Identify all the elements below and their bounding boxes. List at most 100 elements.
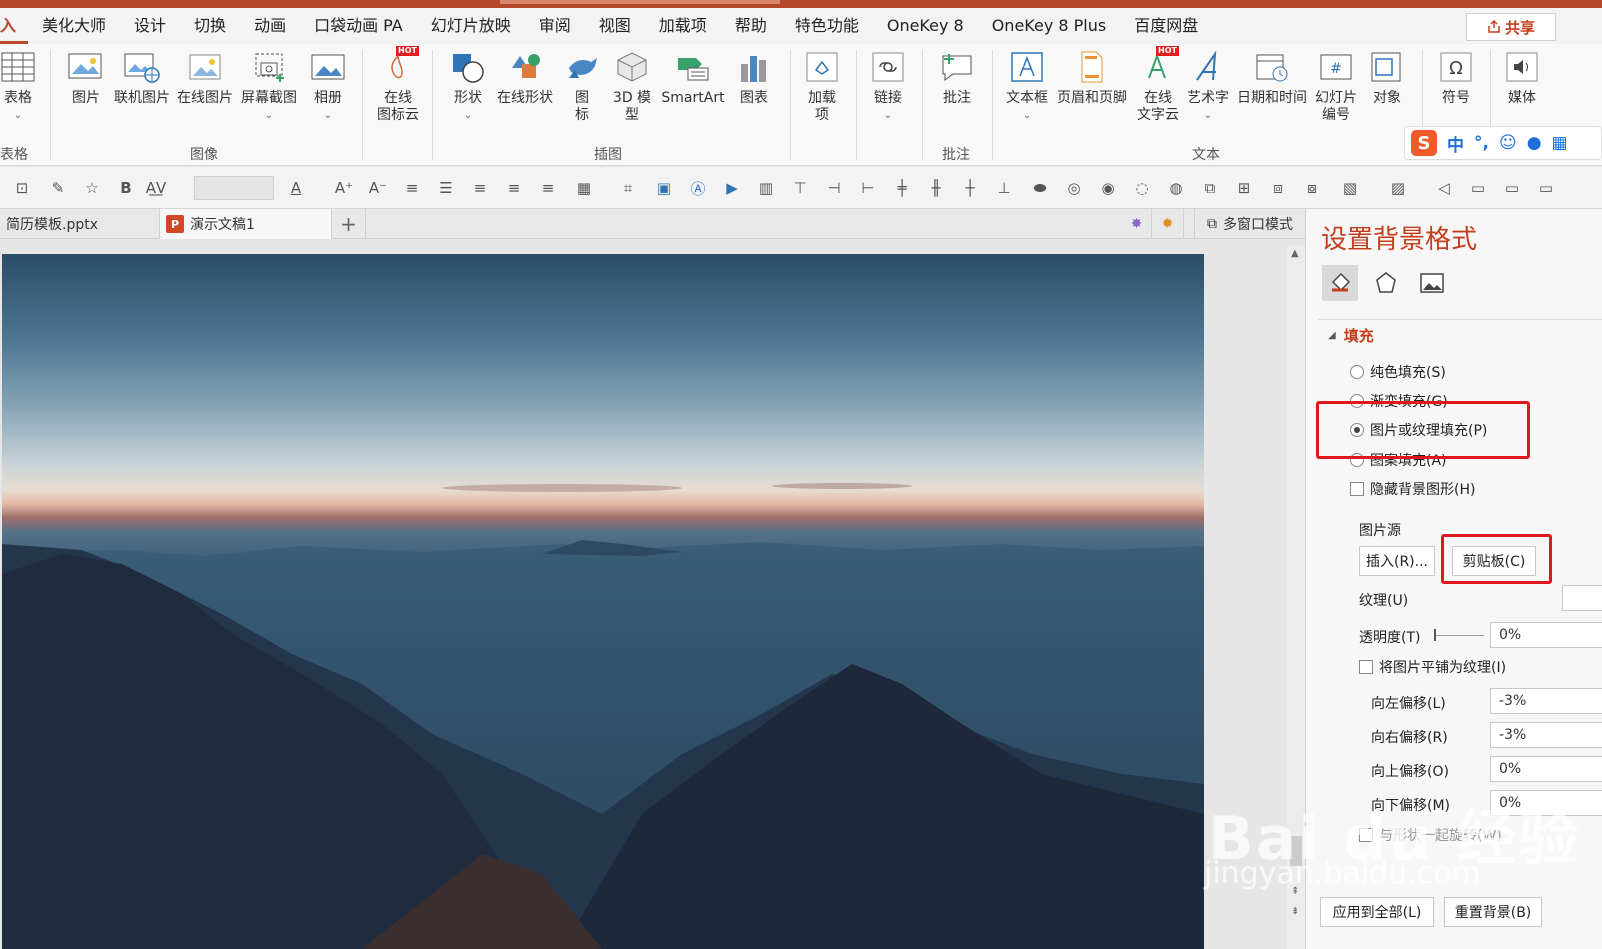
tab-insert[interactable]: 入 <box>0 8 29 44</box>
album-button[interactable]: 相册 ⌄ <box>306 48 350 124</box>
textbox-button[interactable]: 文本框 ⌄ <box>1004 48 1050 124</box>
align-top-icon[interactable]: ⊤ <box>790 178 810 198</box>
transparency-slider[interactable] <box>1434 629 1484 641</box>
tab-animations[interactable]: 动画 <box>240 8 300 44</box>
slide-canvas[interactable] <box>0 239 1305 949</box>
align-left-icon[interactable]: ≡ <box>504 178 524 198</box>
shape-icon[interactable]: ▣ <box>654 178 674 198</box>
keyboard-icon[interactable]: ▦ <box>1552 133 1568 153</box>
doc-tab-presentation1[interactable]: P 演示文稿1 <box>160 209 332 239</box>
tab-beautify[interactable]: 美化大师 <box>28 8 120 44</box>
bring-forward-icon[interactable]: ⧈ <box>1268 178 1288 198</box>
texture-dropdown[interactable] <box>1562 585 1602 611</box>
align-right-icon[interactable]: ≡ <box>538 178 558 198</box>
offset-up-input[interactable]: 0% <box>1490 756 1602 782</box>
grow-font-icon[interactable]: A⁺ <box>334 178 354 198</box>
align-left-edge-icon[interactable]: ⊢ <box>858 178 878 198</box>
icon-cloud-button[interactable]: HOT 在线 图标云 <box>374 46 422 124</box>
ungroup-icon[interactable]: ⊞ <box>1234 178 1254 198</box>
media-frame-icon[interactable]: ▶ <box>722 178 742 198</box>
symbol-button[interactable]: Ω 符号 <box>1436 48 1476 107</box>
distribute-icon[interactable]: ☰ <box>436 178 456 198</box>
screenshot-button[interactable]: 屏幕截图 ⌄ <box>238 48 300 124</box>
addins-button[interactable]: 加载 项 <box>802 48 842 124</box>
fill-section-header[interactable]: ◢ 填充 <box>1328 325 1374 346</box>
transparency-input[interactable]: 0% <box>1490 622 1602 648</box>
hide-background-checkbox[interactable] <box>1350 482 1364 496</box>
scroll-up-icon[interactable]: ▲ <box>1291 248 1299 259</box>
offset-right-input[interactable]: -3% <box>1490 722 1602 748</box>
crop-icon[interactable]: ⌗ <box>618 178 638 198</box>
solid-fill-option[interactable]: 纯色填充(S) <box>1350 362 1446 382</box>
reset-background-button[interactable]: 重置背景(B) <box>1444 897 1542 927</box>
smartart-button[interactable]: SmartArt <box>660 48 726 107</box>
web-picture-button[interactable]: 在线图片 <box>174 48 236 107</box>
tab-onekey8plus[interactable]: OneKey 8 Plus <box>978 8 1121 44</box>
align-right-edge-icon[interactable]: ⊣ <box>824 178 844 198</box>
tab-features[interactable]: 特色功能 <box>781 8 873 44</box>
tab-addins[interactable]: 加载项 <box>645 8 721 44</box>
microphone-icon[interactable]: ● <box>1527 133 1542 153</box>
share-button[interactable]: 共享 <box>1466 13 1556 41</box>
intersect-icon[interactable]: ◍ <box>1166 178 1186 198</box>
tab-baidu-pan[interactable]: 百度网盘 <box>1120 8 1212 44</box>
tab-onekey8[interactable]: OneKey 8 <box>873 8 978 44</box>
rotate-with-shape-option[interactable]: 与形状一起旋转(W) <box>1359 825 1502 845</box>
chart-button[interactable]: 图表 <box>734 48 774 107</box>
offset-down-input[interactable]: 0% <box>1490 790 1602 816</box>
header-footer-button[interactable]: 页眉和页脚 <box>1054 48 1130 107</box>
punctuation-icon[interactable]: °, <box>1474 133 1489 153</box>
layout-b-icon[interactable]: ▭ <box>1502 178 1522 198</box>
effects-tab[interactable] <box>1368 265 1404 301</box>
word-cloud-button[interactable]: HOT 在线 文字云 <box>1134 46 1182 124</box>
bold-icon[interactable]: B <box>116 178 136 198</box>
date-time-button[interactable]: 日期和时间 <box>1234 48 1310 107</box>
picture-button[interactable]: 图片 <box>64 48 108 107</box>
rotate-with-shape-checkbox[interactable] <box>1359 828 1373 842</box>
table-button[interactable]: 表格 ⌄ <box>0 48 36 124</box>
fill-tab[interactable] <box>1322 265 1358 301</box>
tile-texture-checkbox[interactable] <box>1359 660 1373 674</box>
font-size-box[interactable] <box>194 176 274 200</box>
apply-to-all-button[interactable]: 应用到全部(L) <box>1320 897 1434 927</box>
char-spacing-icon[interactable]: A͟V <box>146 178 167 198</box>
chart-small-icon[interactable]: ▥ <box>756 178 776 198</box>
layout-a-icon[interactable]: ▭ <box>1468 178 1488 198</box>
format-painter-icon[interactable]: ✎ <box>48 178 68 198</box>
layout-c-icon[interactable]: ▭ <box>1536 178 1556 198</box>
vertical-scrollbar[interactable]: ▲ ⇞ ⇟ <box>1287 246 1305 949</box>
fragment-icon[interactable]: ◌ <box>1132 178 1152 198</box>
page-down-icon[interactable]: ⇟ <box>1291 906 1299 917</box>
object-button[interactable]: 对象 <box>1366 48 1408 107</box>
hide-background-option[interactable]: 隐藏背景图形(H) <box>1350 479 1475 499</box>
link-button[interactable]: 链接 ⌄ <box>868 48 908 124</box>
icons-button[interactable]: 图 标 <box>562 48 602 124</box>
distribute-h-icon[interactable]: ╫ <box>926 178 946 198</box>
tab-view[interactable]: 视图 <box>585 8 645 44</box>
title-search-box[interactable] <box>500 0 780 4</box>
wordart-button[interactable]: 艺术字 ⌄ <box>1184 48 1232 124</box>
send-backward-icon[interactable]: ⧇ <box>1302 178 1322 198</box>
tab-transitions[interactable]: 切换 <box>180 8 240 44</box>
magic-icon[interactable]: ✸ <box>1122 209 1152 239</box>
shapes-button[interactable]: 形状 ⌄ <box>446 48 490 124</box>
presenter-icon[interactable]: ⊡ <box>12 178 32 198</box>
rotate-icon[interactable]: ▨ <box>1388 178 1408 198</box>
slide-number-button[interactable]: # 幻灯片 编号 <box>1312 48 1360 124</box>
page-up-icon[interactable]: ⇞ <box>1291 886 1299 897</box>
comment-button[interactable]: 批注 <box>936 48 978 107</box>
new-tab-button[interactable]: + <box>332 209 366 239</box>
align-center-icon[interactable]: ≡ <box>470 178 490 198</box>
tab-design[interactable]: 设计 <box>120 8 180 44</box>
ime-toolbar[interactable]: S 中 °, ☺ ● ▦ <box>1404 126 1602 160</box>
slide-background-image[interactable] <box>2 254 1204 949</box>
align-bottom-icon[interactable]: ⊥ <box>994 178 1014 198</box>
star-icon[interactable]: ☆ <box>82 178 102 198</box>
tab-slideshow[interactable]: 幻灯片放映 <box>417 8 525 44</box>
ellipse-icon[interactable]: ⬬ <box>1030 178 1050 198</box>
insert-picture-button[interactable]: 插入(R)... <box>1359 546 1435 576</box>
scrollbar-thumb[interactable] <box>1290 836 1302 866</box>
combine-icon[interactable]: ◉ <box>1098 178 1118 198</box>
solid-fill-radio[interactable] <box>1350 365 1364 379</box>
multi-window-button[interactable]: ⧉ 多窗口模式 <box>1194 209 1305 239</box>
